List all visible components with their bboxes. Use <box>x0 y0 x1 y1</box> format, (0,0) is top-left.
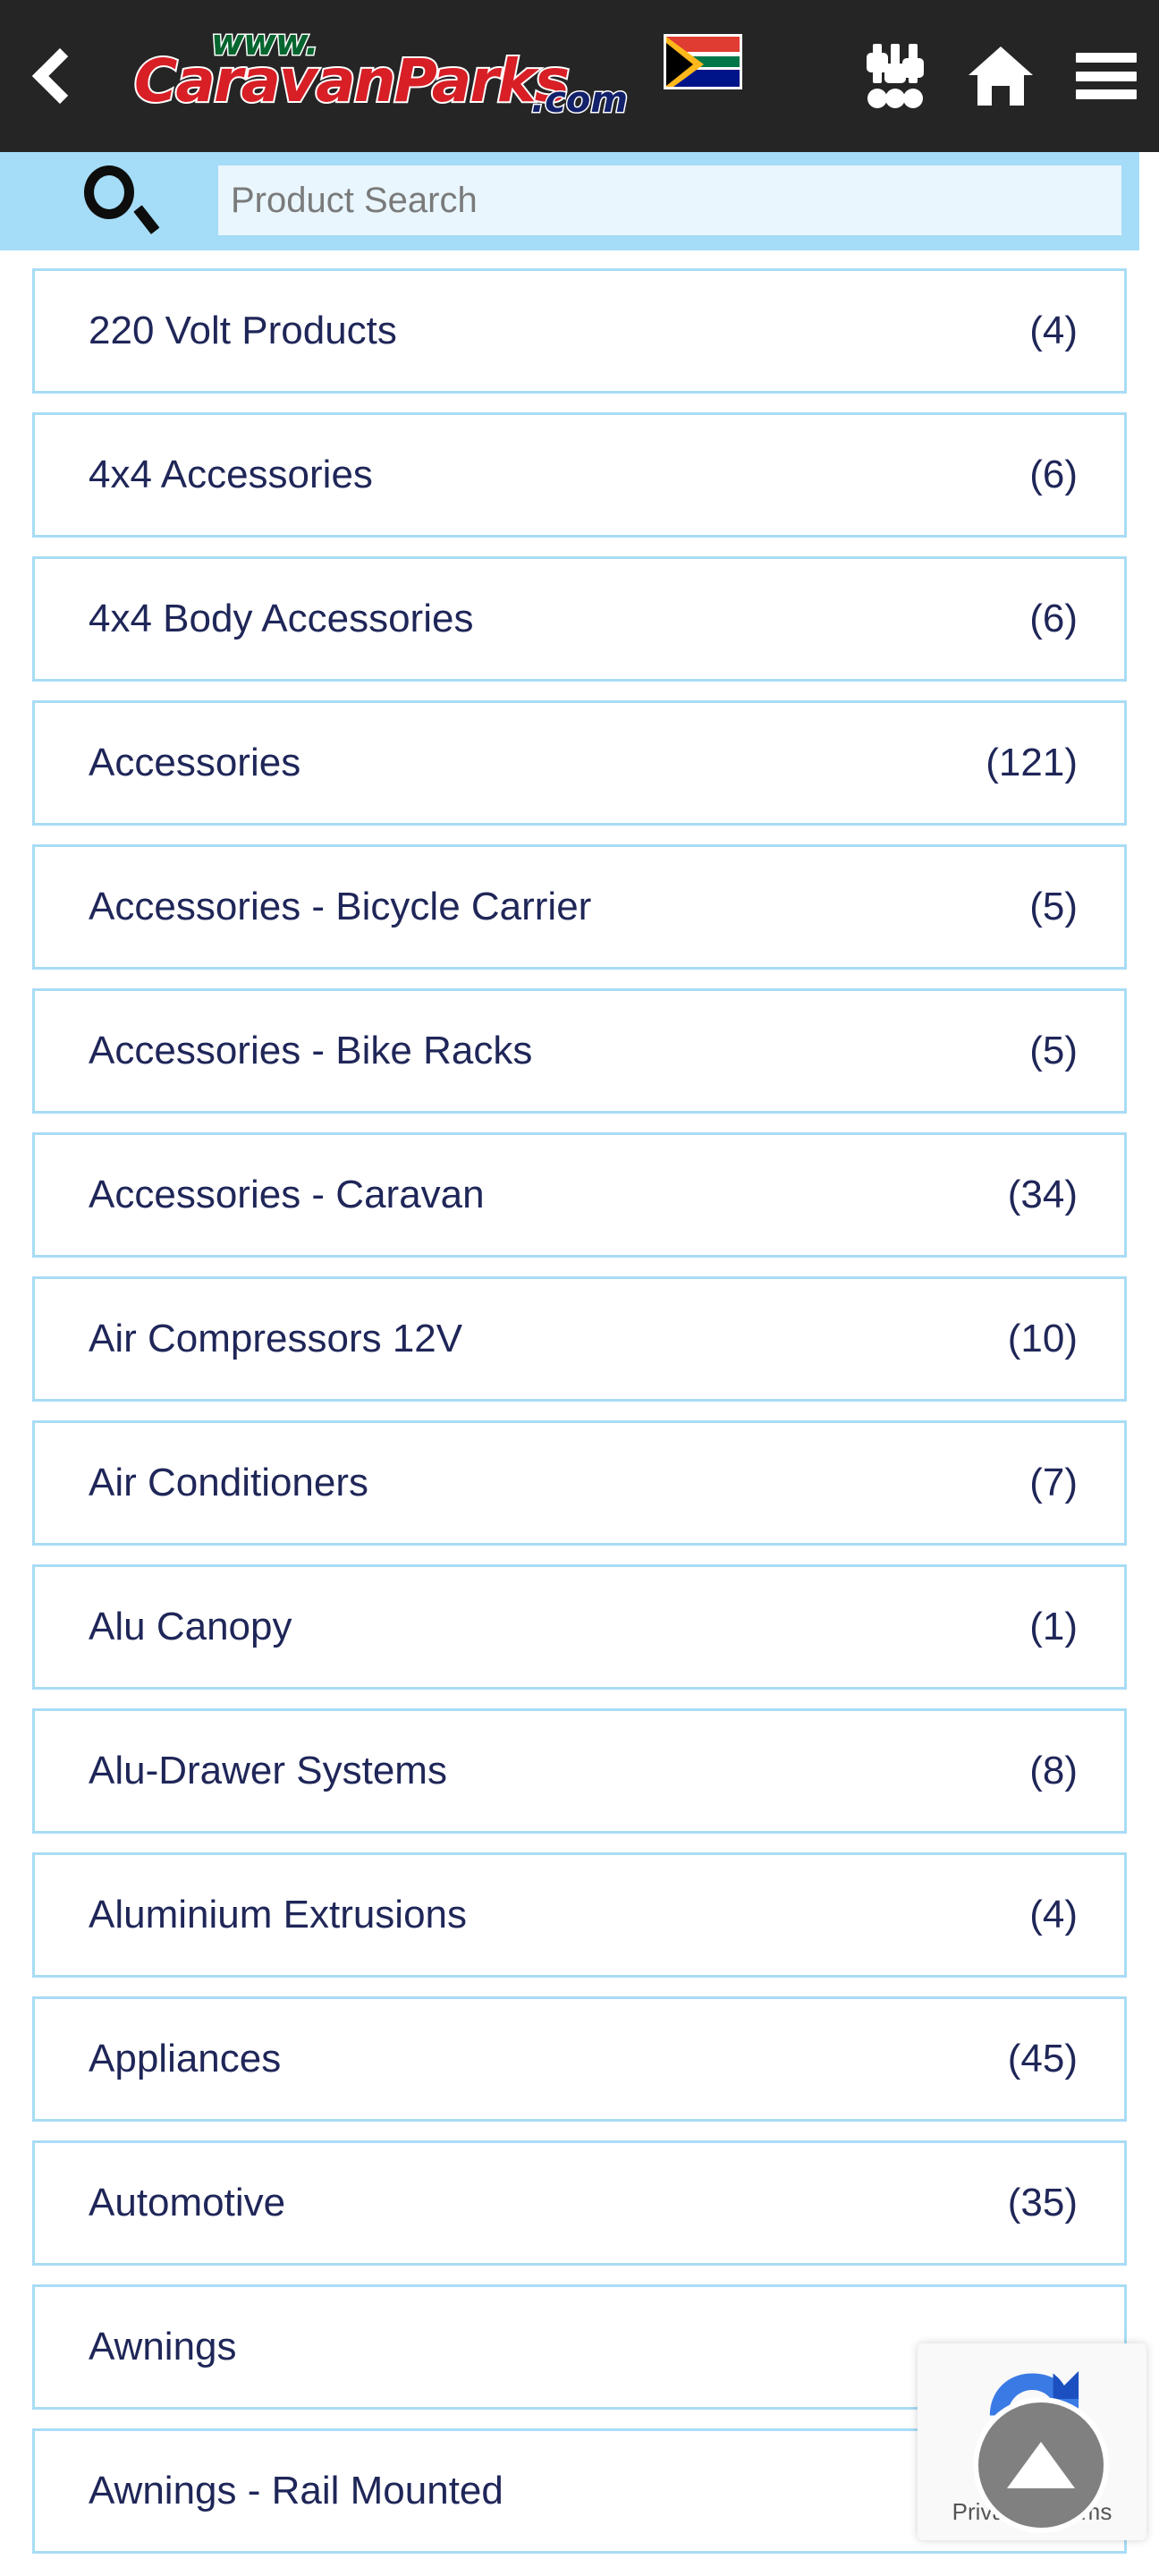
category-label: Accessories - Bike Racks <box>89 1029 533 1072</box>
search-icon <box>80 165 160 235</box>
category-row[interactable]: 4x4 Accessories (6) <box>32 412 1127 538</box>
category-row[interactable]: 220 Volt Products (4) <box>32 268 1127 394</box>
category-label: Alu-Drawer Systems <box>89 1749 447 1792</box>
back-button[interactable] <box>0 0 107 152</box>
category-count: (6) <box>1029 453 1078 496</box>
south-africa-flag-icon <box>664 34 742 89</box>
header-icon-group <box>842 0 1159 152</box>
category-count: (4) <box>1029 1893 1078 1936</box>
category-count: (5) <box>1029 885 1078 928</box>
category-label: Alu Canopy <box>89 1605 292 1648</box>
category-label: Awnings <box>89 2325 237 2368</box>
category-label: Air Compressors 12V <box>89 1317 463 1360</box>
category-row[interactable]: Automotive (35) <box>32 2140 1127 2266</box>
site-logo[interactable]: www. CaravanParks .com <box>132 18 742 134</box>
category-label: Air Conditioners <box>89 1461 369 1504</box>
search-bar <box>0 150 1139 250</box>
category-count: (7) <box>1029 1461 1078 1504</box>
category-label: Accessories - Bicycle Carrier <box>89 885 592 928</box>
scroll-to-top-button[interactable] <box>973 2397 1109 2533</box>
hamburger-menu-icon <box>1076 53 1137 99</box>
search-input[interactable] <box>218 165 1121 235</box>
mobile-page: www. CaravanParks .com Product Search 22… <box>0 0 1159 2576</box>
category-row[interactable]: Accessories - Bike Racks (5) <box>32 988 1127 1114</box>
category-row[interactable]: Aluminium Extrusions (4) <box>32 1852 1127 1978</box>
search-button[interactable] <box>0 150 218 250</box>
category-count: (4) <box>1029 309 1078 352</box>
category-row[interactable]: Appliances (45) <box>32 1996 1127 2122</box>
category-label: Aluminium Extrusions <box>89 1893 468 1936</box>
category-count: (1) <box>1029 1605 1078 1648</box>
logo-text: www. CaravanParks .com <box>132 18 742 125</box>
category-row[interactable]: 4x4 Body Accessories (6) <box>32 556 1127 682</box>
category-label: Awnings - Rail Mounted <box>89 2469 503 2512</box>
category-count: (10) <box>1007 1317 1078 1360</box>
category-count: (5) <box>1029 1029 1078 1072</box>
menu-button[interactable] <box>1053 0 1159 152</box>
category-count: (34) <box>1007 1173 1078 1216</box>
category-count: (121) <box>986 741 1078 784</box>
category-count: (35) <box>1007 2181 1078 2224</box>
category-count: (6) <box>1029 597 1078 640</box>
chevron-left-icon <box>31 47 89 105</box>
app-header: www. CaravanParks .com <box>0 0 1159 152</box>
triangle-up-icon <box>1007 2442 1075 2488</box>
category-label: 4x4 Accessories <box>89 453 373 496</box>
category-label: Automotive <box>89 2181 286 2224</box>
category-label: Accessories <box>89 741 301 784</box>
category-count: (45) <box>1007 2037 1078 2080</box>
category-label: 4x4 Body Accessories <box>89 597 474 640</box>
category-count: (8) <box>1029 1749 1078 1792</box>
filters-button[interactable] <box>842 0 948 152</box>
category-row[interactable]: Accessories - Bicycle Carrier (5) <box>32 844 1127 970</box>
category-row[interactable]: Accessories - Caravan (34) <box>32 1132 1127 1258</box>
category-list: 220 Volt Products (4) 4x4 Accessories (6) 4x… <box>0 268 1159 2572</box>
category-label: Accessories - Caravan <box>89 1173 485 1216</box>
category-row[interactable]: Air Compressors 12V (10) <box>32 1276 1127 1402</box>
category-row[interactable]: Alu Canopy (1) <box>32 1564 1127 1690</box>
category-label: Appliances <box>89 2037 282 2080</box>
category-row[interactable]: Alu-Drawer Systems (8) <box>32 1708 1127 1834</box>
category-row[interactable]: Air Conditioners (7) <box>32 1420 1127 1546</box>
logo-name: CaravanParks <box>132 47 571 115</box>
logo-suffix: .com <box>529 80 629 121</box>
category-row[interactable]: Accessories (121) <box>32 700 1127 826</box>
sliders-icon <box>867 44 924 108</box>
category-label: 220 Volt Products <box>89 309 397 352</box>
home-button[interactable] <box>948 0 1053 152</box>
home-icon <box>969 47 1033 106</box>
